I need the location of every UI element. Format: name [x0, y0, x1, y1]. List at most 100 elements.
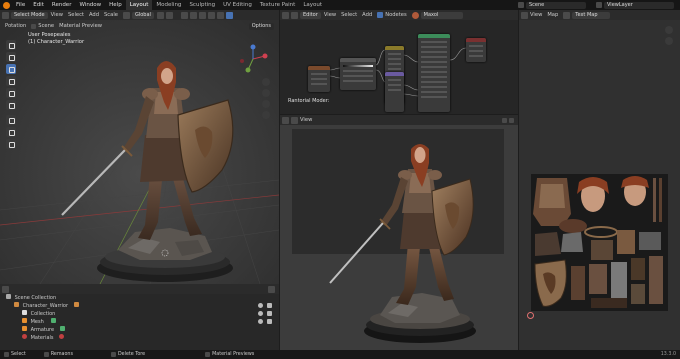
viewport-menu-select[interactable]: Select	[68, 12, 84, 18]
image-editor-type-icon[interactable]	[521, 11, 528, 19]
camera-restrict-icon[interactable]	[267, 319, 272, 324]
view-layer-selector[interactable]: ViewLayer	[596, 1, 677, 9]
add-cube-tool[interactable]	[6, 139, 16, 149]
modifier-icon	[51, 318, 57, 323]
scene-small-icon	[31, 23, 37, 29]
editor-select[interactable]: Editor	[300, 11, 321, 19]
image-menu-map[interactable]: Map	[547, 12, 558, 18]
viewport-menu-add[interactable]: Add	[89, 12, 99, 18]
view-layer-name[interactable]: ViewLayer	[604, 1, 674, 9]
shading-material-icon[interactable]	[225, 11, 233, 19]
rotate-tool[interactable]	[6, 76, 16, 86]
overlay-icon[interactable]	[198, 11, 206, 19]
status-bar: Select Remaons Delete Tore Material Prev…	[0, 350, 680, 359]
orientation-select[interactable]: Global	[131, 11, 154, 19]
menu-help[interactable]: Help	[105, 2, 126, 8]
shader-type-icon[interactable]	[291, 11, 298, 19]
menu-file[interactable]: File	[12, 2, 29, 8]
use-nodes-checkbox[interactable]	[377, 12, 384, 18]
transform-tool[interactable]	[6, 100, 16, 110]
eye-icon[interactable]	[258, 311, 263, 316]
options-button[interactable]: Options	[248, 22, 274, 30]
tab-layout-2[interactable]: Layout	[299, 0, 326, 10]
viewport-menu-view[interactable]: View	[51, 12, 63, 18]
material-select[interactable]: Maxol	[420, 11, 463, 19]
tab-uv-editing[interactable]: UV Editing	[219, 0, 256, 10]
menu-window[interactable]: Window	[75, 2, 105, 8]
viewport-menu-scale[interactable]: Scale	[104, 12, 118, 18]
pivot-label[interactable]: Potation	[5, 23, 26, 29]
select-box-tool[interactable]	[6, 40, 16, 50]
filter-icon[interactable]	[268, 285, 275, 293]
uv-cursor-icon[interactable]	[527, 312, 534, 319]
render-slot-icon[interactable]	[291, 116, 298, 124]
scene-name[interactable]: Scene	[526, 1, 586, 9]
move-tool[interactable]	[6, 64, 16, 74]
scene-label[interactable]: Scene	[38, 23, 54, 29]
mode-select[interactable]: Select Mode	[11, 11, 48, 19]
measure-tool[interactable]	[6, 127, 16, 137]
zoom-icon[interactable]	[665, 26, 673, 34]
node-editor-type-icon[interactable]	[282, 11, 289, 19]
image-menu-view[interactable]: View	[530, 12, 542, 18]
render-viewport[interactable]: View	[280, 115, 518, 350]
node-menu-add[interactable]: Add	[362, 12, 372, 18]
pan-hand-icon[interactable]	[262, 89, 270, 97]
camera-restrict-icon[interactable]	[267, 303, 272, 308]
color-ramp-node[interactable]	[340, 58, 376, 90]
eye-icon[interactable]	[258, 303, 263, 308]
tab-layout[interactable]: Layout	[125, 0, 153, 10]
outliner-row[interactable]: Collection	[0, 310, 279, 318]
xray-icon[interactable]	[207, 11, 215, 19]
eye-icon[interactable]	[258, 319, 263, 324]
render-pin-icon[interactable]	[502, 117, 507, 123]
cursor-tool[interactable]	[6, 52, 16, 62]
outliner-editor-icon[interactable]	[2, 285, 9, 293]
image-browse-icon[interactable]	[563, 11, 571, 19]
camera-icon[interactable]	[262, 100, 270, 108]
viewport-3d[interactable]: Select Mode View Select Add Scale Global…	[0, 10, 279, 284]
principled-bsdf-node[interactable]	[418, 34, 450, 112]
outliner-row[interactable]: Character_Warrior	[0, 302, 279, 310]
node-menu-select[interactable]: Select	[341, 12, 357, 18]
outliner-root[interactable]: Scene Collection	[0, 294, 279, 302]
camera-restrict-icon[interactable]	[267, 311, 272, 316]
pan-hand-icon[interactable]	[665, 37, 673, 45]
image-editor[interactable]: View Map Text Map	[519, 10, 680, 350]
editor-type-icon[interactable]	[2, 11, 9, 19]
render-menu-view[interactable]: View	[300, 117, 312, 123]
outliner-row[interactable]: Armature	[0, 326, 279, 334]
tab-sculpting[interactable]: Sculpting	[185, 0, 219, 10]
snap-icon[interactable]	[156, 11, 164, 19]
navigation-gizmo[interactable]	[238, 44, 268, 74]
perspective-grid-icon[interactable]	[262, 111, 270, 119]
normal-map-node[interactable]	[385, 72, 404, 112]
menu-edit[interactable]: Edit	[29, 2, 48, 8]
visibility-icon[interactable]	[180, 11, 188, 19]
annotate-tool[interactable]	[6, 115, 16, 125]
image-texture-node[interactable]	[308, 66, 330, 92]
zoom-icon[interactable]	[262, 78, 270, 86]
tab-texture-paint[interactable]: Texture Paint	[256, 0, 300, 10]
shading-solid-icon[interactable]	[216, 11, 224, 19]
gizmo-icon[interactable]	[189, 11, 197, 19]
node-editor-label: Rantorial Moder:	[288, 98, 330, 104]
proportional-icon[interactable]	[165, 11, 173, 19]
node-menu-view[interactable]: View	[324, 12, 336, 18]
material-output-node[interactable]	[466, 38, 486, 62]
outliner-row[interactable]: Mesh	[0, 318, 279, 326]
outliner-row[interactable]: Materials	[0, 334, 279, 342]
material-preview-label[interactable]: Material Preview	[59, 23, 102, 29]
blender-logo-icon[interactable]	[3, 1, 10, 9]
render-editor-type-icon[interactable]	[282, 116, 289, 124]
material-sphere-icon	[411, 11, 419, 19]
menu-render[interactable]: Render	[48, 2, 76, 8]
tab-modeling[interactable]: Modeling	[152, 0, 185, 10]
scale-tool[interactable]	[6, 88, 16, 98]
material-icon	[22, 334, 27, 339]
image-select[interactable]: Text Map	[572, 11, 611, 19]
shader-node-editor[interactable]: Editor View Select Add Nodetes Maxol Ran…	[280, 10, 518, 114]
outliner-item-label: Collection	[30, 311, 56, 317]
render-options-icon[interactable]	[509, 117, 514, 123]
scene-selector[interactable]: Scene	[518, 1, 589, 9]
